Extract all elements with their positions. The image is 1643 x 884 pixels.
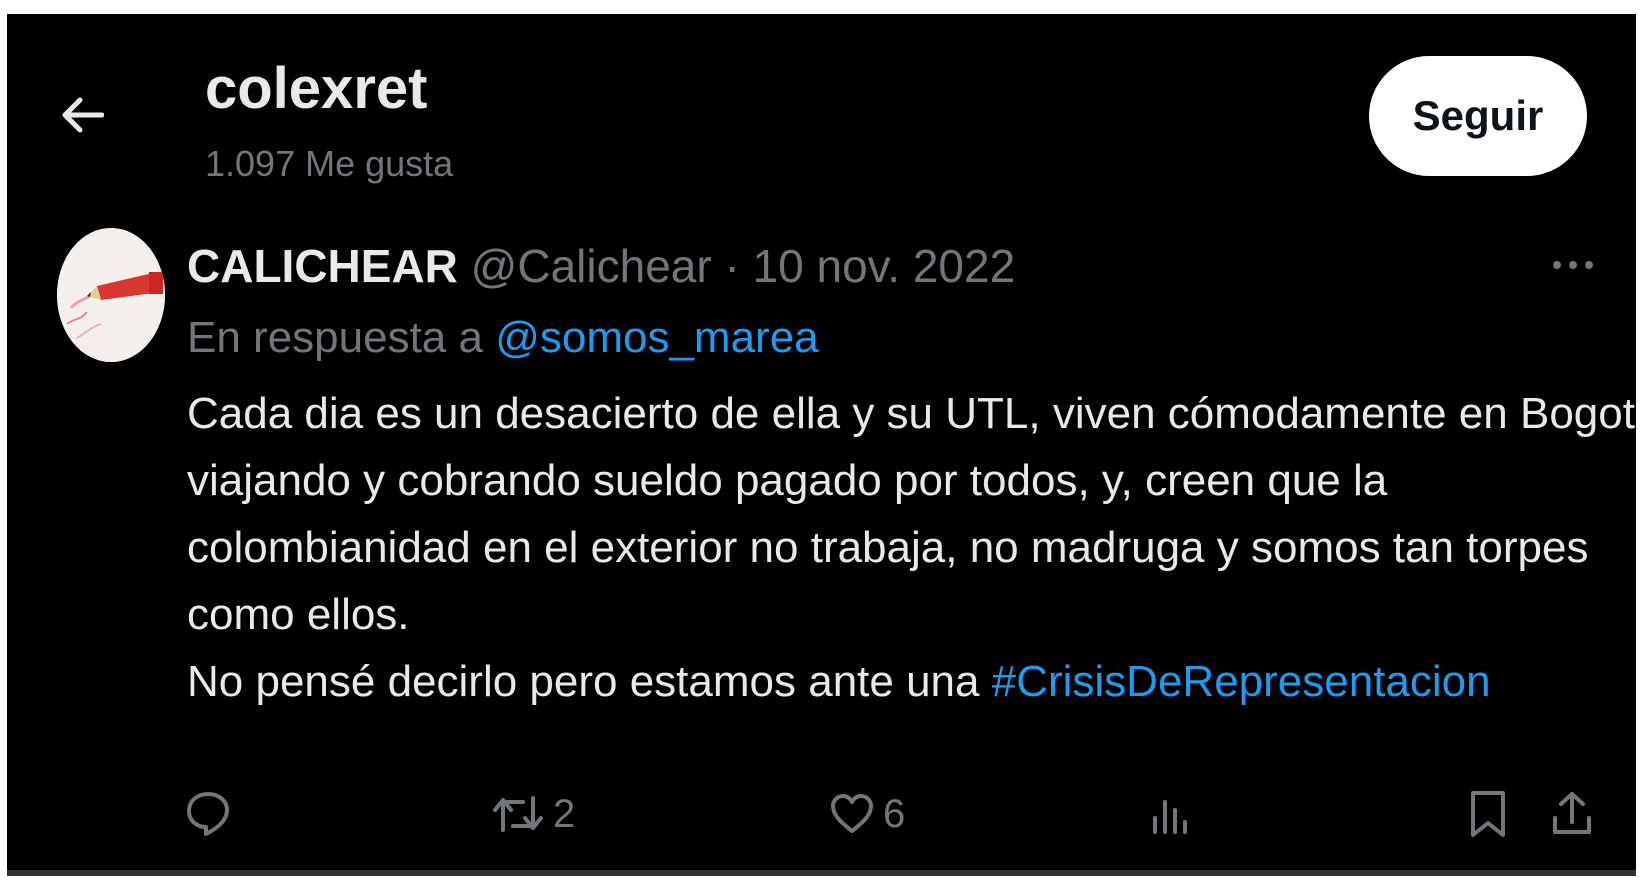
analytics-icon	[1153, 800, 1187, 834]
bookmark-button[interactable]	[1469, 784, 1507, 844]
author-handle-date[interactable]: @Calichear · 10 nov. 2022	[471, 240, 1015, 292]
profile-title: colexret	[205, 56, 428, 121]
tweet-text-line: Cada dia es un desacierto de ella y su U…	[187, 389, 1636, 438]
bookmark-icon	[1471, 791, 1505, 837]
tweet-text-line: No pensé decirlo pero estamos ante una	[187, 657, 980, 706]
like-count: 6	[883, 791, 906, 836]
reply-prefix-label: En respuesta a	[187, 313, 483, 362]
author-display-name[interactable]: CALICHEAR	[187, 240, 458, 292]
divider	[7, 870, 1636, 876]
share-button[interactable]	[1551, 784, 1593, 844]
reply-context: En respuesta a @somos_marea	[187, 309, 819, 367]
more-options-button[interactable]	[1543, 250, 1603, 280]
reply-button[interactable]	[185, 784, 239, 844]
tweet-text-line: como ellos.	[187, 590, 410, 639]
back-button[interactable]	[51, 84, 113, 146]
views-button[interactable]	[1151, 784, 1199, 844]
retweet-button[interactable]: 2	[491, 784, 575, 844]
like-button[interactable]: 6	[829, 784, 905, 844]
avatar[interactable]	[57, 228, 165, 362]
arrow-left-icon	[62, 97, 104, 133]
follow-button[interactable]: Seguir	[1369, 56, 1587, 176]
hashtag-link[interactable]: #CrisisDeRepresentacion	[992, 657, 1491, 706]
retweet-icon	[493, 796, 543, 832]
reply-icon	[187, 792, 229, 836]
pencil-avatar-icon	[57, 228, 165, 362]
tweet-author-row: CALICHEAR @Calichear · 10 nov. 2022	[187, 236, 1015, 296]
likes-count-label: 1.097 Me gusta	[205, 143, 454, 184]
more-horizontal-icon	[1553, 261, 1593, 269]
tweet-text-last-line: No pensé decirlo pero estamos ante una #…	[187, 648, 1607, 715]
tweet-screen: colexret 1.097 Me gusta Seguir CALICHEAR…	[7, 14, 1636, 876]
reply-handle-link[interactable]: @somos_marea	[495, 313, 818, 362]
tweet-text: Cada dia es un desacierto de ella y su U…	[187, 380, 1636, 715]
tweet-text-line: viajando y cobrando sueldo pagado por to…	[187, 456, 1388, 505]
heart-icon	[831, 794, 873, 833]
retweet-count: 2	[553, 791, 576, 836]
tweet-text-line: colombianidad en el exterior no trabaja,…	[187, 523, 1589, 572]
share-icon	[1553, 792, 1591, 834]
